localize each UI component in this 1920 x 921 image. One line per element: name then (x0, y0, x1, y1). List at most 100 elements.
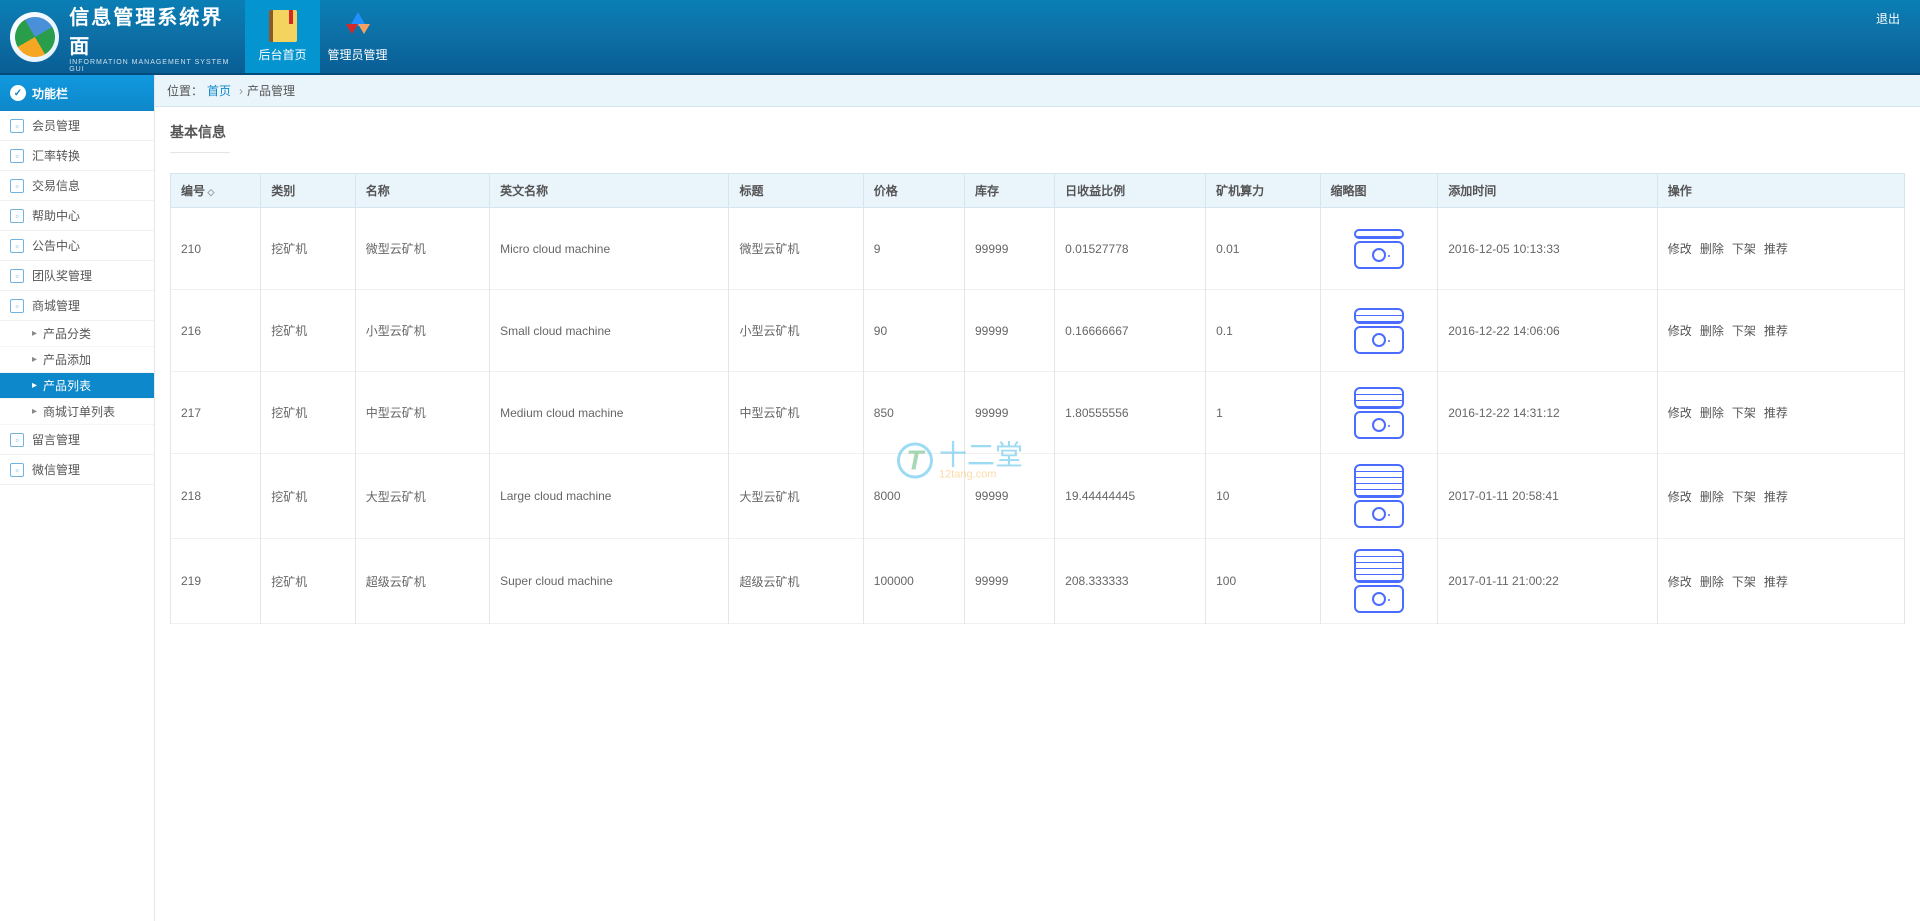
sidebar-item[interactable]: ▫帮助中心 (0, 201, 154, 231)
offshelf-link[interactable]: 下架 (1732, 324, 1756, 338)
table-cell: 中型云矿机 (729, 372, 863, 454)
table-row: 210挖矿机微型云矿机Micro cloud machine微型云矿机99999… (171, 208, 1905, 290)
server-icon (1354, 308, 1404, 354)
table-cell: 1.80555556 (1055, 372, 1206, 454)
table-cell: 大型云矿机 (355, 454, 489, 539)
submenu-item[interactable]: 商城订单列表 (0, 399, 154, 425)
sidebar-item[interactable]: ▫会员管理 (0, 111, 154, 141)
offshelf-link[interactable]: 下架 (1732, 490, 1756, 504)
table-cell: Micro cloud machine (490, 208, 729, 290)
delete-link[interactable]: 删除 (1700, 406, 1724, 420)
table-cell: 19.44444445 (1055, 454, 1206, 539)
table-cell: 1 (1206, 372, 1320, 454)
offshelf-link[interactable]: 下架 (1732, 242, 1756, 256)
column-header[interactable]: 添加时间 (1438, 174, 1658, 208)
submenu-item[interactable]: 产品列表 (0, 373, 154, 399)
created-cell: 2016-12-22 14:31:12 (1438, 372, 1658, 454)
table-cell: 10 (1206, 454, 1320, 539)
table-cell: 99999 (965, 290, 1055, 372)
sidebar-item[interactable]: ▫留言管理 (0, 425, 154, 455)
recommend-link[interactable]: 推荐 (1764, 324, 1788, 338)
submenu-item[interactable]: 产品添加 (0, 347, 154, 373)
delete-link[interactable]: 删除 (1700, 242, 1724, 256)
topnav-admin[interactable]: 管理员管理 (320, 0, 395, 73)
offshelf-link[interactable]: 下架 (1732, 406, 1756, 420)
topnav-home[interactable]: 后台首页 (245, 0, 320, 73)
table-cell: 208.333333 (1055, 539, 1206, 624)
table-cell: 9 (863, 208, 964, 290)
column-header[interactable]: 标题 (729, 174, 863, 208)
check-icon: ✓ (10, 85, 26, 101)
recommend-link[interactable]: 推荐 (1764, 575, 1788, 589)
edit-link[interactable]: 修改 (1668, 490, 1692, 504)
sidebar-item[interactable]: ▫商城管理 (0, 291, 154, 321)
menu-label: 微信管理 (32, 461, 80, 478)
column-header[interactable]: 名称 (355, 174, 489, 208)
column-header[interactable]: 编号 (171, 174, 261, 208)
menu-icon: ▫ (10, 239, 24, 253)
column-header[interactable]: 英文名称 (490, 174, 729, 208)
offshelf-link[interactable]: 下架 (1732, 575, 1756, 589)
sidebar-item[interactable]: ▫ 交易信息 (0, 171, 154, 201)
menu-icon: ▫ (10, 209, 24, 223)
edit-link[interactable]: 修改 (1668, 242, 1692, 256)
sidebar-item[interactable]: ▫汇率转换 (0, 141, 154, 171)
thumbnail-cell (1320, 290, 1438, 372)
action-cell: 修改删除下架推荐 (1657, 539, 1904, 624)
column-header[interactable]: 日收益比例 (1055, 174, 1206, 208)
delete-link[interactable]: 删除 (1700, 575, 1724, 589)
table-cell: 8000 (863, 454, 964, 539)
table-cell: Large cloud machine (490, 454, 729, 539)
menu-label: 汇率转换 (32, 147, 80, 164)
column-header[interactable]: 类别 (261, 174, 356, 208)
action-cell: 修改删除下架推荐 (1657, 454, 1904, 539)
thumbnail-cell (1320, 454, 1438, 539)
edit-link[interactable]: 修改 (1668, 575, 1692, 589)
action-cell: 修改删除下架推荐 (1657, 290, 1904, 372)
app-header: 信息管理系统界面 INFORMATION MANAGEMENT SYSTEM G… (0, 0, 1920, 75)
edit-link[interactable]: 修改 (1668, 406, 1692, 420)
menu-label: 公告中心 (32, 237, 80, 254)
recommend-link[interactable]: 推荐 (1764, 490, 1788, 504)
recommend-link[interactable]: 推荐 (1764, 242, 1788, 256)
table-cell: 0.16666667 (1055, 290, 1206, 372)
table-cell: 0.1 (1206, 290, 1320, 372)
sidebar-item[interactable]: ▫微信管理 (0, 455, 154, 485)
table-cell: 小型云矿机 (355, 290, 489, 372)
table-cell: 0.01 (1206, 208, 1320, 290)
submenu-item[interactable]: 产品分类 (0, 321, 154, 347)
column-header[interactable]: 库存 (965, 174, 1055, 208)
created-cell: 2017-01-11 20:58:41 (1438, 454, 1658, 539)
delete-link[interactable]: 删除 (1700, 490, 1724, 504)
thumbnail-cell (1320, 372, 1438, 454)
logo-icon (10, 12, 59, 62)
logout-link[interactable]: 退出 (1876, 10, 1900, 27)
menu-label: 交易信息 (32, 177, 80, 194)
column-header[interactable]: 操作 (1657, 174, 1904, 208)
chevron-right-icon: › (239, 84, 243, 98)
table-cell: 微型云矿机 (355, 208, 489, 290)
breadcrumb-current: 产品管理 (247, 82, 295, 99)
breadcrumb-home[interactable]: 首页 (207, 82, 231, 99)
column-header[interactable]: 矿机算力 (1206, 174, 1320, 208)
action-cell: 修改删除下架推荐 (1657, 372, 1904, 454)
menu-icon: ▫ (10, 179, 24, 193)
product-table: 编号类别名称英文名称标题价格库存日收益比例矿机算力缩略图添加时间操作 210挖矿… (170, 173, 1905, 624)
edit-link[interactable]: 修改 (1668, 324, 1692, 338)
sidebar-item[interactable]: ▫团队奖管理 (0, 261, 154, 291)
table-cell: 挖矿机 (261, 208, 356, 290)
column-header[interactable]: 价格 (863, 174, 964, 208)
breadcrumb-label: 位置： (167, 82, 203, 99)
recommend-link[interactable]: 推荐 (1764, 406, 1788, 420)
top-nav: 后台首页 管理员管理 (245, 0, 395, 73)
column-header[interactable]: 缩略图 (1320, 174, 1438, 208)
sidebar-item[interactable]: ▫ 公告中心 (0, 231, 154, 261)
table-cell: 99999 (965, 454, 1055, 539)
topnav-admin-label: 管理员管理 (327, 46, 387, 63)
delete-link[interactable]: 删除 (1700, 324, 1724, 338)
table-cell: 217 (171, 372, 261, 454)
thumbnail-cell (1320, 208, 1438, 290)
table-cell: 大型云矿机 (729, 454, 863, 539)
table-cell: 超级云矿机 (355, 539, 489, 624)
table-cell: 0.01527778 (1055, 208, 1206, 290)
